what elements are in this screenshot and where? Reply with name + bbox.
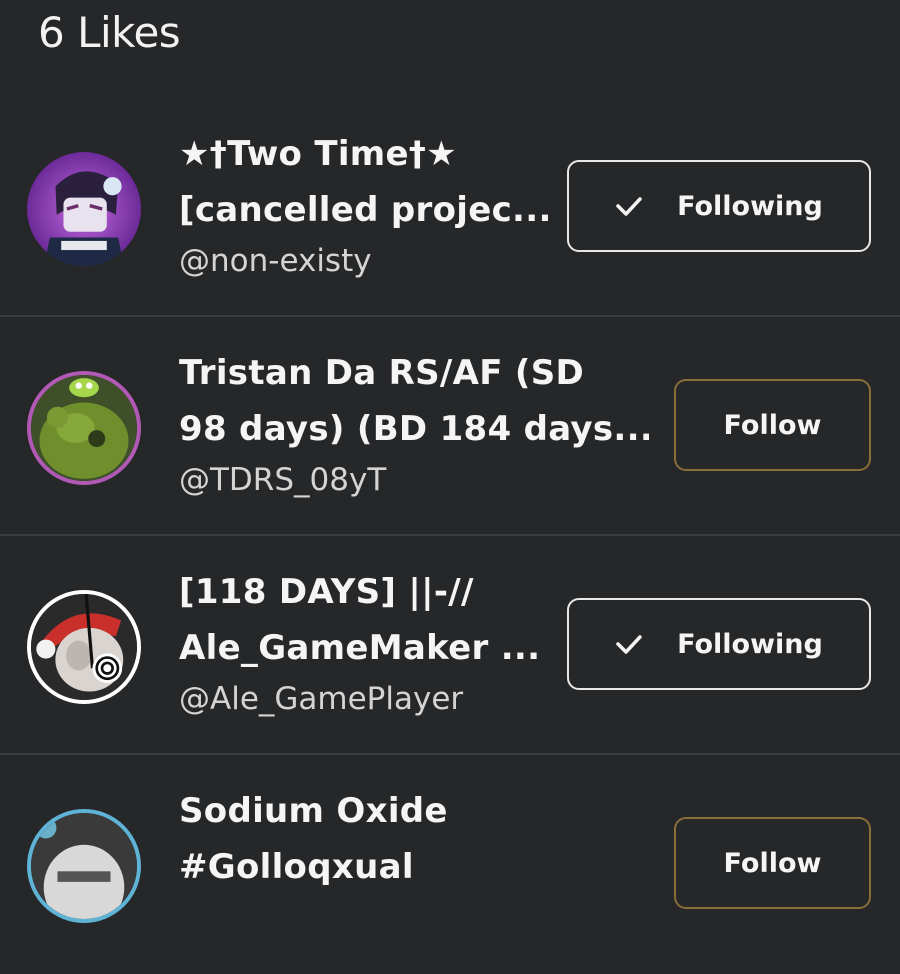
avatar[interactable] bbox=[27, 590, 141, 704]
avatar-image bbox=[27, 152, 141, 266]
likes-user-list: ★†Two Time†★ [cancelled projec... @non-e… bbox=[0, 98, 900, 974]
user-handle[interactable]: @Ale_GamePlayer bbox=[179, 681, 463, 717]
follow-button[interactable]: Follow bbox=[674, 379, 871, 471]
follow-button-label: Follow bbox=[723, 847, 822, 879]
user-handle[interactable]: @non-existy bbox=[179, 243, 372, 279]
avatar-image bbox=[31, 813, 137, 919]
user-handle[interactable]: @TDRS_08yT bbox=[179, 462, 386, 498]
avatar[interactable] bbox=[27, 371, 141, 485]
avatar[interactable] bbox=[27, 809, 141, 923]
avatar[interactable] bbox=[27, 152, 141, 266]
user-row[interactable]: Tristan Da RS/AF (SD 98 days) (BD 184 da… bbox=[0, 317, 900, 536]
following-button-label: Following bbox=[677, 190, 823, 222]
display-name-line-1: Tristan Da RS/AF (SD bbox=[179, 353, 585, 393]
likes-count-title: 6 Likes bbox=[38, 8, 181, 57]
check-icon bbox=[616, 635, 642, 654]
display-name-line-2: #Golloqxual bbox=[179, 847, 414, 887]
display-name-line-1: Sodium Oxide bbox=[179, 791, 448, 831]
follow-button-label: Follow bbox=[723, 409, 822, 441]
avatar-image bbox=[31, 594, 137, 700]
follow-button[interactable]: Follow bbox=[674, 817, 871, 909]
user-display-name[interactable]: Tristan Da RS/AF (SD 98 days) (BD 184 da… bbox=[179, 345, 649, 457]
following-button[interactable]: Following bbox=[567, 598, 871, 690]
display-name-line-2: 98 days) (BD 184 days... bbox=[179, 409, 649, 449]
following-button-label: Following bbox=[677, 628, 823, 660]
following-button[interactable]: Following bbox=[567, 160, 871, 252]
user-display-name[interactable]: Sodium Oxide #Golloqxual bbox=[179, 783, 649, 895]
user-row[interactable]: ★†Two Time†★ [cancelled projec... @non-e… bbox=[0, 98, 900, 317]
check-icon bbox=[616, 197, 642, 216]
user-row[interactable]: [118 DAYS] ||-// Ale_GameMaker ... @Ale_… bbox=[0, 536, 900, 755]
avatar-image bbox=[31, 375, 137, 481]
user-row[interactable]: Sodium Oxide #Golloqxual Follow bbox=[0, 755, 900, 974]
